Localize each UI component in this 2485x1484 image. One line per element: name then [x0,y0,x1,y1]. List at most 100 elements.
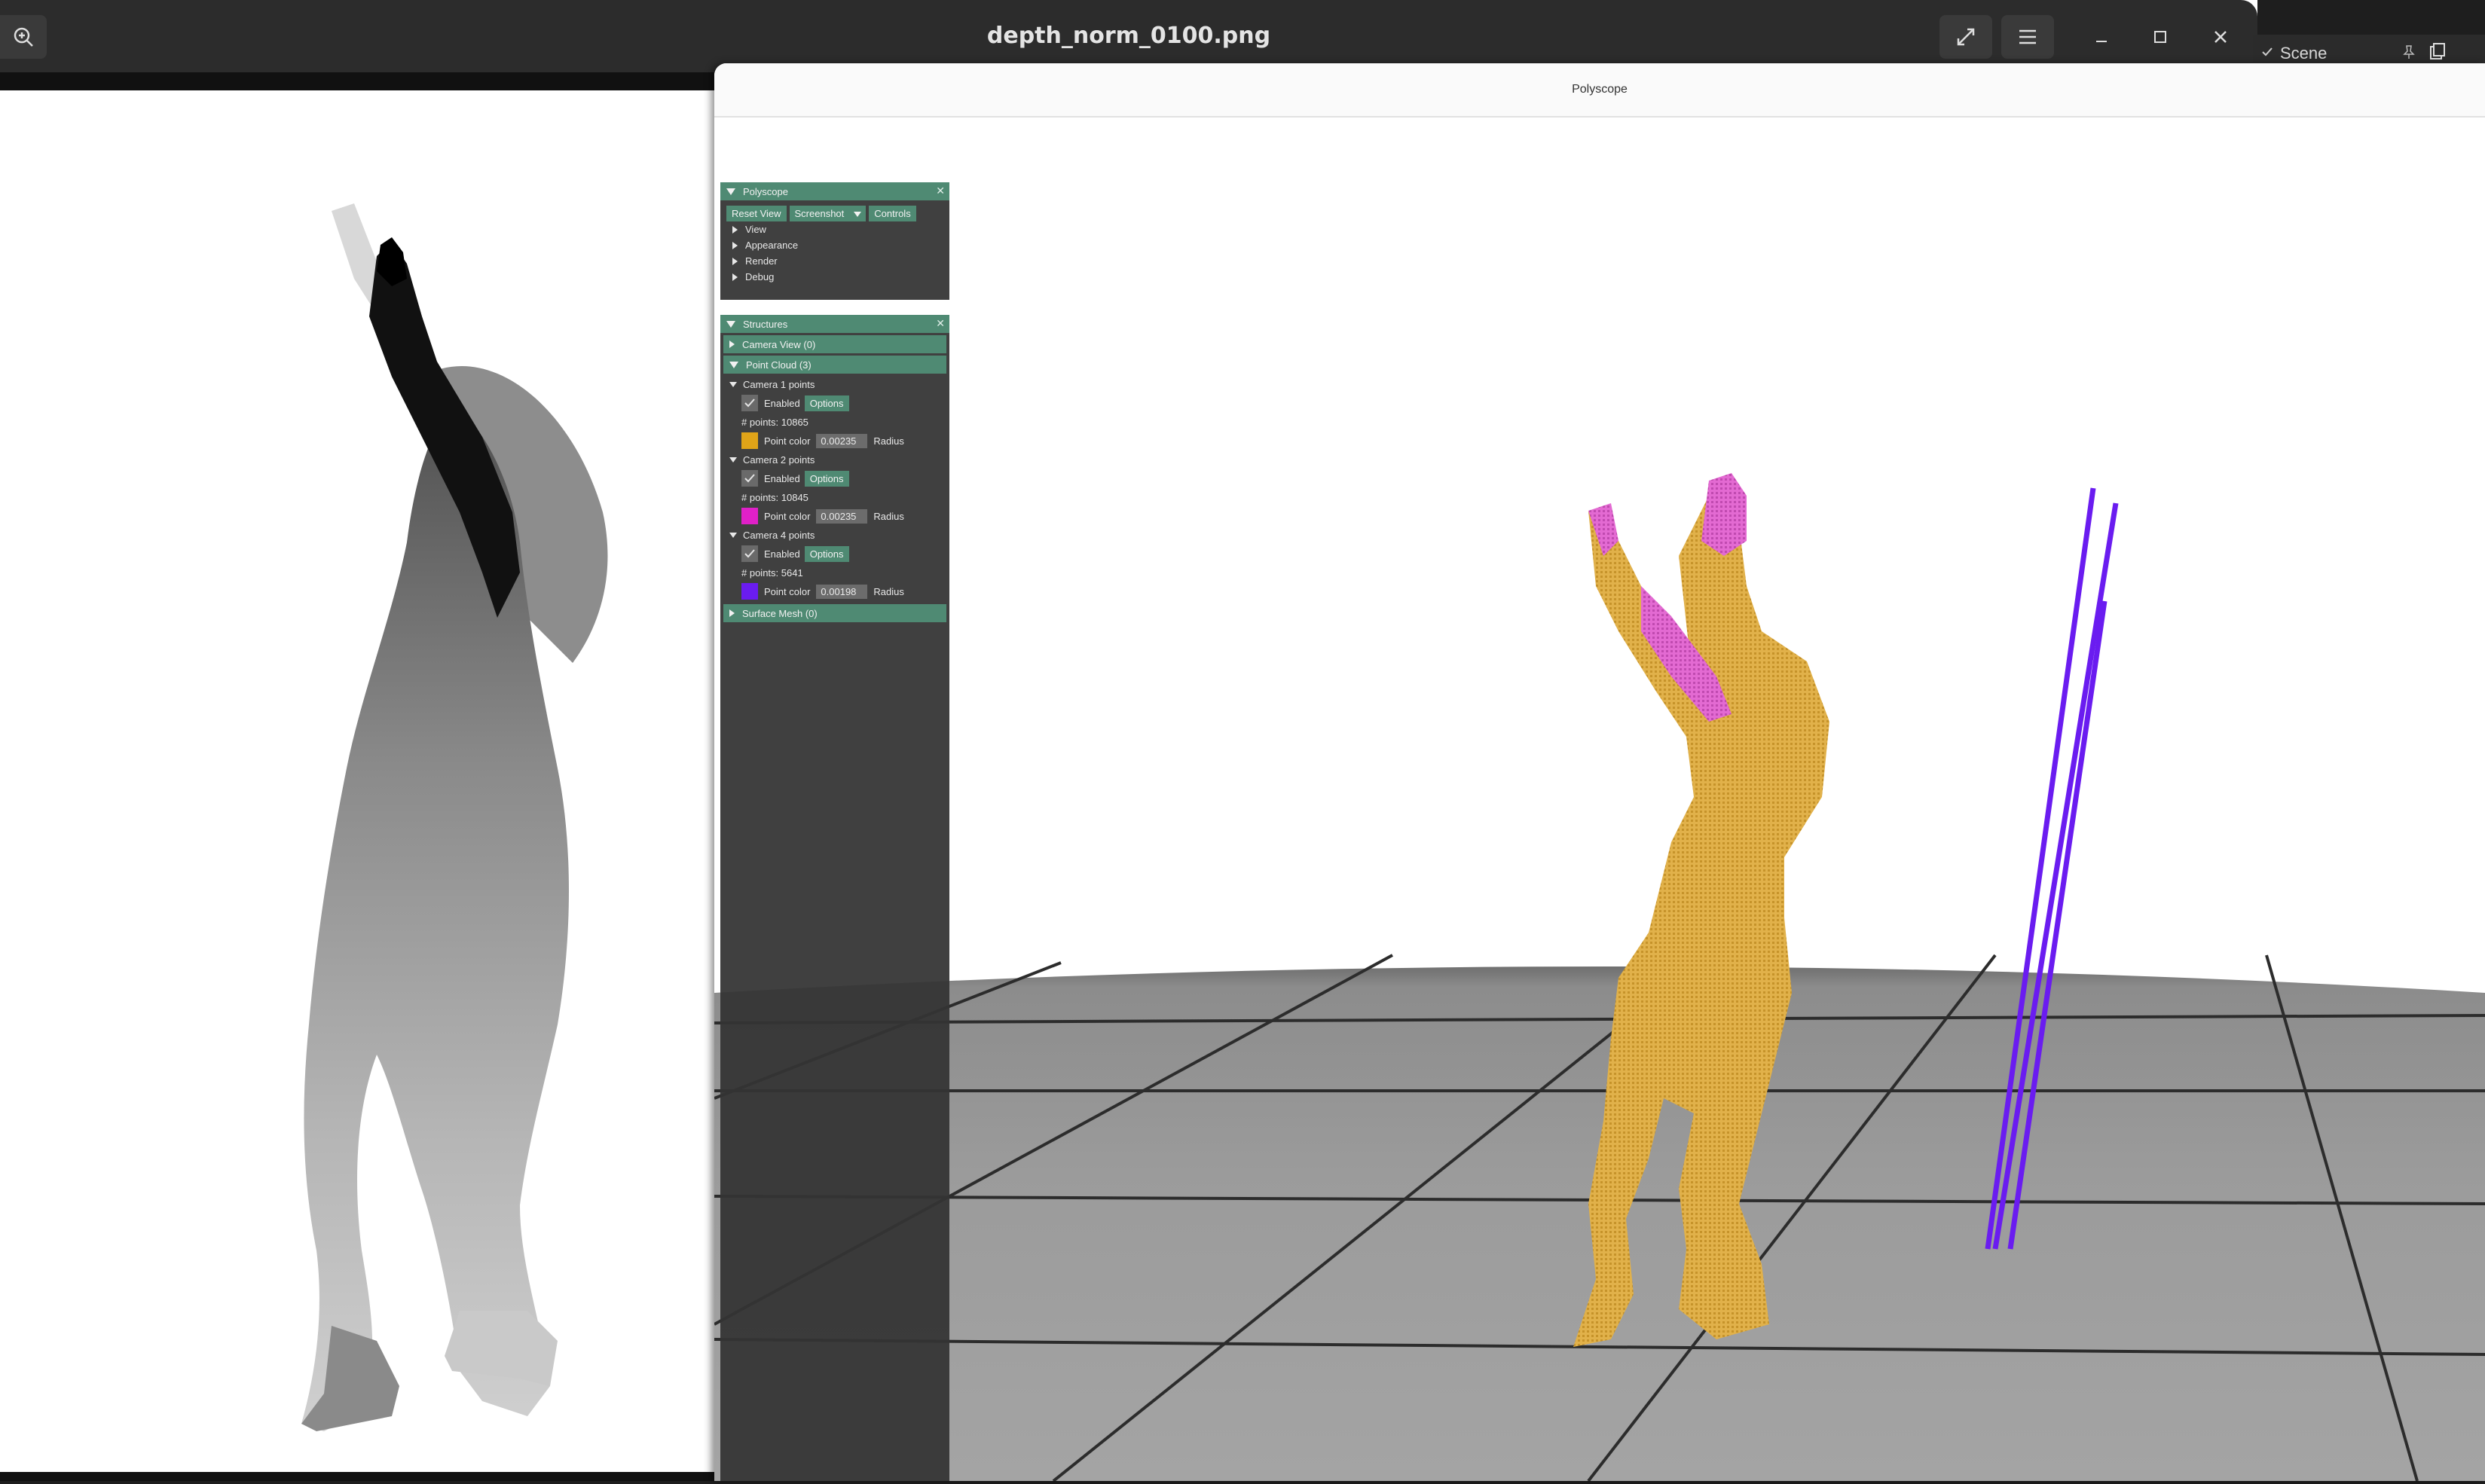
minimize-icon [2096,41,2107,42]
menu-button[interactable] [2001,15,2054,59]
check-icon [744,549,755,558]
polyscope-window: Polyscope Polyscope ✕ Reset View Screens… [714,63,2485,1481]
expand-arrow-icon [732,241,738,249]
cloud-header-camera-2[interactable]: Camera 2 points [729,451,949,468]
collapse-arrow-icon [729,361,738,368]
cloud-name: Camera 1 points [743,378,815,390]
collapse-arrow-icon [729,381,737,387]
fullscreen-icon [1957,28,1975,46]
surface-mesh-header[interactable]: Surface Mesh (0) [723,604,946,622]
reset-view-button[interactable]: Reset View [726,205,787,221]
viewer-titlebar: depth_norm_0100.png [0,0,2257,72]
check-icon [744,474,755,483]
enabled-label: Enabled [764,472,800,484]
radius-label: Radius [873,510,904,522]
radius-label: Radius [873,435,904,447]
point-color-swatch[interactable] [741,508,758,524]
expand-arrow-icon [732,257,738,265]
tree-item-debug[interactable]: Debug [726,269,945,285]
fullscreen-button[interactable] [1939,15,1992,59]
close-icon [2214,31,2227,43]
polyscope-panel-titlebar[interactable]: Polyscope ✕ [720,182,949,200]
camera-2-points-hand [1701,473,1747,556]
enabled-checkbox[interactable] [741,395,758,411]
polyscope-title: Polyscope [1572,83,1628,96]
minimize-button[interactable] [2084,20,2119,54]
tree-label: Debug [745,271,775,282]
radius-slider[interactable]: 0.00198 [816,584,868,599]
cloud-camera-2: Camera 2 points Enabled Options # points… [720,451,949,527]
screenshot-dropdown-button[interactable] [849,205,867,221]
enabled-label: Enabled [764,548,800,560]
close-button[interactable] [2203,20,2238,54]
radius-label: Radius [873,585,904,597]
structures-panel: Structures ✕ Camera View (0) Point Cloud… [720,315,949,1481]
point-color-label: Point color [764,585,811,597]
header-label: Point Cloud (3) [746,359,812,371]
cloud-name: Camera 4 points [743,529,815,541]
cloud-name: Camera 2 points [743,453,815,466]
point-color-swatch[interactable] [741,583,758,600]
copy-icon[interactable] [2428,42,2447,62]
options-button[interactable]: Options [804,395,849,411]
tree-label: Render [745,255,778,267]
controls-button[interactable]: Controls [869,205,916,221]
polyscope-panel: Polyscope ✕ Reset View Screenshot Contro… [720,182,949,300]
expand-arrow-icon [729,609,735,617]
enabled-label: Enabled [764,397,800,409]
maximize-button[interactable] [2143,20,2178,54]
collapse-arrow-icon[interactable] [726,188,735,195]
check-icon [744,398,755,408]
tree-item-view[interactable]: View [726,221,945,237]
expand-arrow-icon [729,340,735,348]
collapse-arrow-icon [729,456,737,463]
enabled-checkbox[interactable] [741,470,758,487]
header-label: Surface Mesh (0) [742,607,818,619]
point-count: # points: 5641 [741,566,803,579]
viewer-title: depth_norm_0100.png [986,23,1271,49]
point-color-label: Point color [764,435,811,447]
maximize-icon [2154,31,2166,43]
cloud-header-camera-4[interactable]: Camera 4 points [729,527,949,543]
options-button[interactable]: Options [804,545,849,562]
structures-panel-title: Structures [743,318,788,330]
camera-view-header[interactable]: Camera View (0) [723,335,946,353]
radius-slider[interactable]: 0.00235 [816,433,868,448]
radius-slider[interactable]: 0.00235 [816,508,868,524]
options-button[interactable]: Options [804,470,849,487]
point-count: # points: 10845 [741,491,808,503]
close-icon[interactable]: ✕ [936,317,945,330]
point-color-swatch[interactable] [741,432,758,449]
scene-label: Scene [2280,44,2328,63]
tree-label: View [745,224,766,235]
cloud-header-camera-1[interactable]: Camera 1 points [729,376,949,392]
polyscope-panel-title: Polyscope [743,185,788,197]
close-icon[interactable]: ✕ [936,185,945,197]
chevron-down-icon [854,211,862,217]
depth-figure-silhouette [301,203,608,1431]
depth-image [0,90,716,1481]
cloud-camera-1: Camera 1 points Enabled Options # points… [720,376,949,451]
tree-item-appearance[interactable]: Appearance [726,237,945,253]
hamburger-menu-icon [2019,29,2036,44]
header-label: Camera View (0) [742,338,816,350]
expand-arrow-icon [732,273,738,281]
cloud-camera-4: Camera 4 points Enabled Options # points… [720,527,949,602]
structures-panel-titlebar[interactable]: Structures ✕ [720,315,949,333]
3d-viewport[interactable]: Polyscope ✕ Reset View Screenshot Contro… [714,119,2485,1481]
point-count: # points: 10865 [741,416,808,428]
point-color-label: Point color [764,510,811,522]
tree-item-render[interactable]: Render [726,253,945,269]
tree-label: Appearance [745,240,799,251]
pin-icon[interactable] [2401,44,2417,60]
point-cloud-header[interactable]: Point Cloud (3) [723,356,946,374]
polyscope-titlebar: Polyscope [714,63,2485,118]
expand-arrow-icon [732,225,738,234]
enabled-checkbox[interactable] [741,545,758,562]
check-icon [2262,47,2273,56]
collapse-arrow-icon[interactable] [726,320,735,328]
screenshot-button[interactable]: Screenshot [789,205,850,221]
viewer-bottom-edge [0,1472,716,1481]
scene-render [714,473,2485,1481]
collapse-arrow-icon [729,532,737,538]
